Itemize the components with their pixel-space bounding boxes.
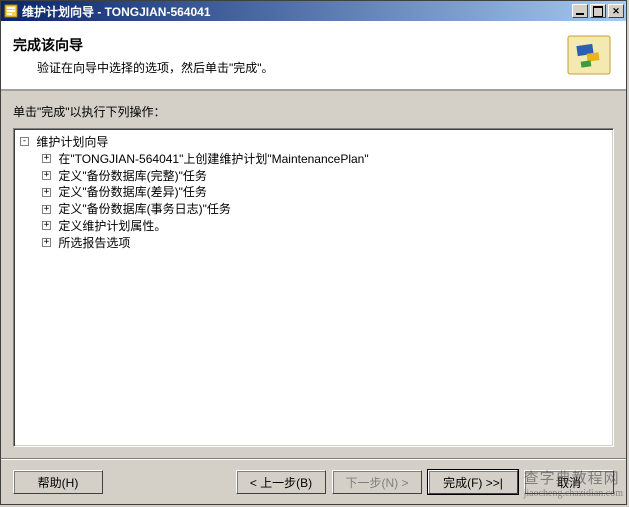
tree-item-label: 定义"备份数据库(事务日志)"任务 xyxy=(58,202,231,216)
expand-icon[interactable]: + xyxy=(42,188,51,197)
close-button[interactable] xyxy=(608,4,624,18)
tree-item[interactable]: + 定义"备份数据库(完整)"任务 xyxy=(42,167,607,184)
tree-root-label: 维护计划向导 xyxy=(36,135,108,149)
window-controls xyxy=(570,4,624,18)
app-icon xyxy=(3,3,19,19)
expand-icon[interactable]: + xyxy=(42,221,51,230)
expand-icon[interactable]: + xyxy=(42,238,51,247)
expand-icon[interactable]: + xyxy=(42,154,51,163)
page-title: 完成该向导 xyxy=(13,35,564,55)
tree-item-label: 定义维护计划属性。 xyxy=(58,219,166,233)
expand-icon[interactable]: + xyxy=(42,205,51,214)
expand-icon[interactable]: + xyxy=(42,171,51,180)
content-label: 单击"完成"以执行下列操作： xyxy=(13,103,614,120)
tree-item-label: 定义"备份数据库(差异)"任务 xyxy=(58,185,207,199)
maximize-button[interactable] xyxy=(590,4,606,18)
wizard-window: 维护计划向导 - TONGJIAN-564041 完成该向导 验证在向导中选择的… xyxy=(0,0,627,505)
page-subtitle: 验证在向导中选择的选项，然后单击"完成"。 xyxy=(13,59,564,76)
wizard-header-text: 完成该向导 验证在向导中选择的选项，然后单击"完成"。 xyxy=(13,35,564,76)
help-button[interactable]: 帮助(H) xyxy=(13,470,103,494)
wizard-content: 单击"完成"以执行下列操作： - 维护计划向导 + 在"TONGJIAN-564… xyxy=(1,91,626,459)
tree-item-label: 在"TONGJIAN-564041"上创建维护计划"MaintenancePla… xyxy=(58,152,368,166)
tree-item[interactable]: + 定义"备份数据库(差异)"任务 xyxy=(42,183,607,200)
back-button[interactable]: < 上一步(B) xyxy=(236,470,326,494)
tree-item[interactable]: + 在"TONGJIAN-564041"上创建维护计划"MaintenanceP… xyxy=(42,150,607,167)
window-title: 维护计划向导 - TONGJIAN-564041 xyxy=(22,3,570,20)
titlebar: 维护计划向导 - TONGJIAN-564041 xyxy=(1,1,626,21)
next-button: 下一步(N) > xyxy=(332,470,422,494)
tree-item[interactable]: + 所选报告选项 xyxy=(42,234,607,251)
tree-item-label: 所选报告选项 xyxy=(58,236,130,250)
minimize-button[interactable] xyxy=(572,4,588,18)
collapse-icon[interactable]: - xyxy=(20,137,29,146)
summary-tree[interactable]: - 维护计划向导 + 在"TONGJIAN-564041"上创建维护计划"Mai… xyxy=(13,128,614,447)
tree-item-label: 定义"备份数据库(完整)"任务 xyxy=(58,168,207,182)
wizard-header-icon xyxy=(564,30,614,80)
wizard-header: 完成该向导 验证在向导中选择的选项，然后单击"完成"。 xyxy=(1,21,626,91)
tree-item[interactable]: + 定义维护计划属性。 xyxy=(42,217,607,234)
wizard-button-bar: 帮助(H) < 上一步(B) 下一步(N) > 完成(F) >>| 取消 xyxy=(1,459,626,504)
cancel-button[interactable]: 取消 xyxy=(524,470,614,494)
tree-root-node[interactable]: - 维护计划向导 + 在"TONGJIAN-564041"上创建维护计划"Mai… xyxy=(20,133,607,251)
finish-button[interactable]: 完成(F) >>| xyxy=(428,470,518,494)
tree-item[interactable]: + 定义"备份数据库(事务日志)"任务 xyxy=(42,200,607,217)
